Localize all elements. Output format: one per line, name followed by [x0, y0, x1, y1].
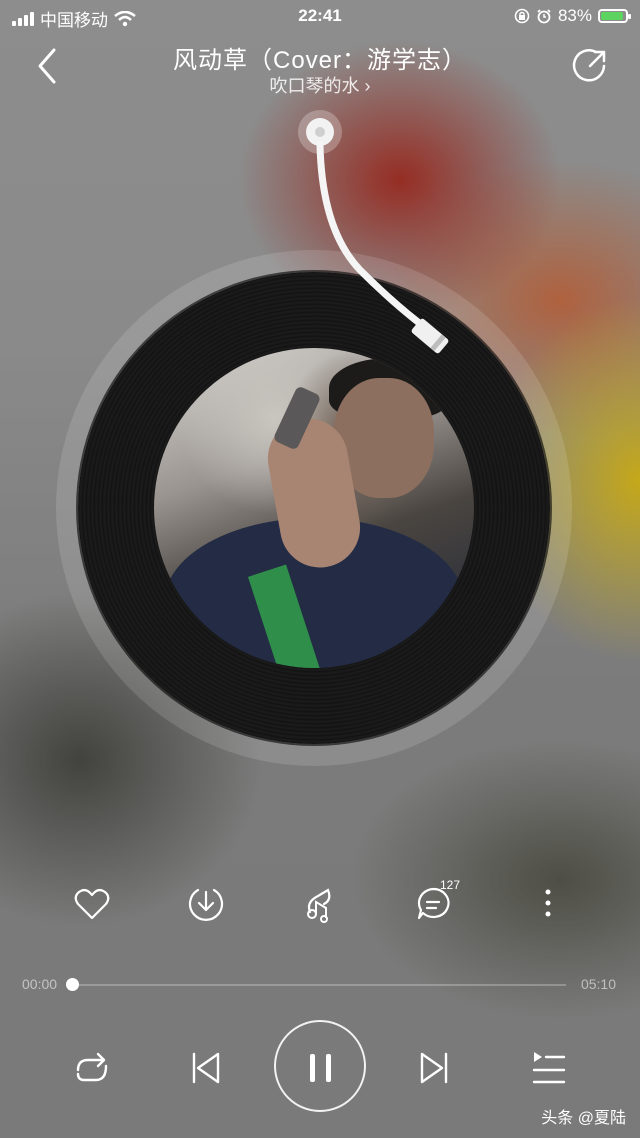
- battery-icon: [598, 9, 631, 23]
- total-time: 05:10: [580, 976, 616, 992]
- music-effect-icon[interactable]: [298, 882, 342, 926]
- next-icon[interactable]: [412, 1046, 456, 1090]
- repeat-icon[interactable]: [70, 1046, 114, 1090]
- alarm-icon: [537, 9, 551, 24]
- heart-icon[interactable]: [70, 882, 114, 926]
- playlist-icon[interactable]: [526, 1046, 570, 1090]
- download-icon[interactable]: [184, 882, 228, 926]
- pause-icon-bar-left: [310, 1054, 315, 1082]
- album-cover: [154, 348, 474, 668]
- share-icon[interactable]: [570, 46, 610, 86]
- pause-button[interactable]: [274, 1020, 366, 1112]
- watermark-text: 头条 @夏陆: [541, 1110, 626, 1127]
- comment-count-badge: 127: [440, 878, 461, 892]
- more-icon[interactable]: [526, 882, 570, 926]
- previous-icon[interactable]: [184, 1046, 228, 1090]
- song-title: 风动草（Cover：游学志）: [172, 47, 468, 74]
- progress-knob[interactable]: [65, 978, 79, 991]
- lock-rotation-icon: [514, 8, 530, 24]
- pause-icon-bar-right: [326, 1054, 331, 1082]
- action-row: 127: [0, 878, 640, 926]
- current-time: 00:00: [22, 976, 58, 992]
- comment-button[interactable]: 127: [412, 878, 460, 926]
- battery-fill: [601, 12, 623, 20]
- progress-track[interactable]: [72, 984, 566, 986]
- battery-percent: 83%: [557, 6, 592, 25]
- status-bar: 中国移动 22:41 83%: [0, 0, 640, 32]
- artist-link[interactable]: 吹口琴的水 ›: [0, 72, 640, 98]
- status-right: 83%: [514, 6, 631, 26]
